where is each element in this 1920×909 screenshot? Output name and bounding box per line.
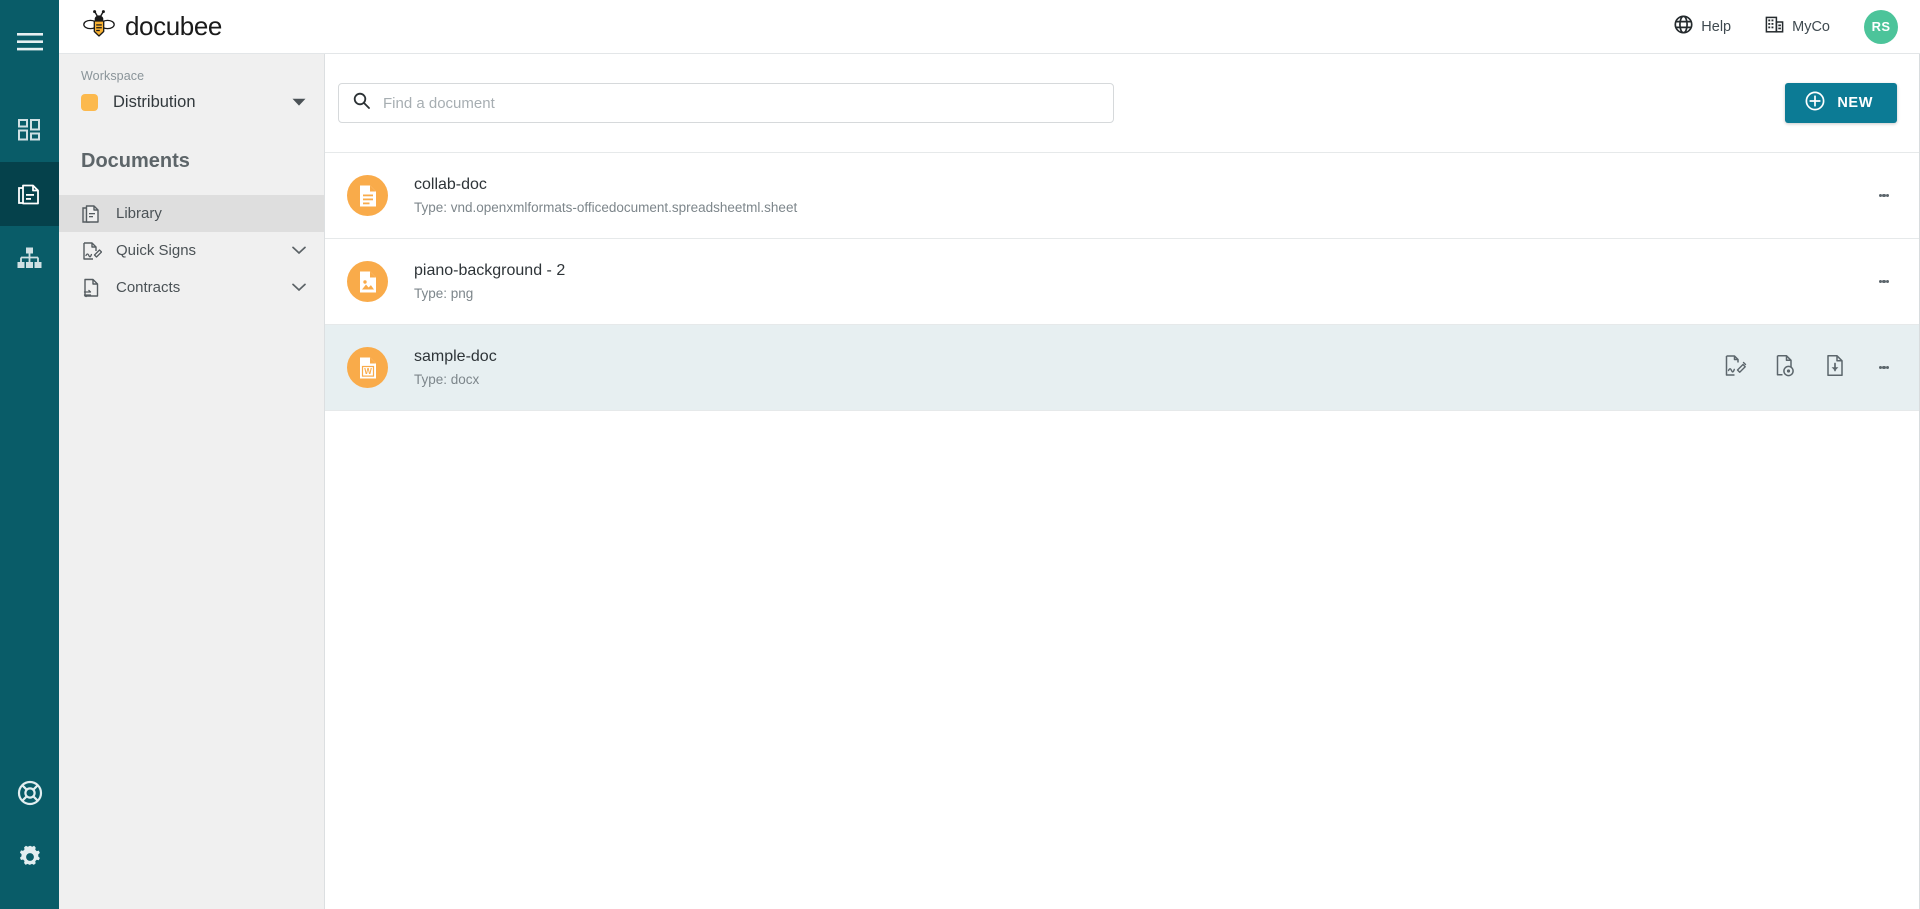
more-options-action[interactable] (1873, 184, 1895, 208)
document-meta: sample-doc Type: docx (414, 345, 497, 390)
help-label: Help (1701, 19, 1731, 35)
document-name: collab-doc (414, 173, 797, 196)
file-eye-icon (1774, 354, 1797, 382)
library-icon (81, 204, 102, 224)
file-image-icon (347, 261, 388, 302)
building-icon (1765, 15, 1784, 38)
new-button[interactable]: NEW (1785, 83, 1897, 123)
workspace-name: Distribution (113, 93, 196, 112)
sidebar-item-library[interactable]: Library (59, 195, 324, 232)
rail-item-dashboard[interactable] (0, 98, 59, 162)
dashboard-grid-icon (18, 118, 42, 142)
brand-name: docubee (125, 11, 222, 42)
main-content: NEW collab-doc Type: vnd.openxmlf (325, 54, 1920, 909)
bee-logo-icon (82, 9, 116, 44)
chevron-down-icon (292, 283, 306, 292)
file-lines-icon (347, 175, 388, 216)
document-meta: piano-background - 2 Type: png (414, 259, 565, 304)
document-list: collab-doc Type: vnd.openxmlformats-offi… (325, 152, 1919, 411)
search-icon (353, 92, 370, 114)
document-type: Type: docx (414, 370, 497, 390)
quick-sign-icon (81, 241, 102, 261)
sign-document-action[interactable] (1723, 356, 1747, 380)
row-actions (1723, 356, 1895, 380)
sidebar-nav: Library Quick Signs (59, 195, 324, 306)
rail-item-documents[interactable] (0, 162, 59, 226)
organization-label: MyCo (1792, 19, 1830, 35)
table-row[interactable]: W sample-doc Type: docx (325, 325, 1919, 411)
document-meta: collab-doc Type: vnd.openxmlformats-offi… (414, 173, 797, 218)
sidebar: Workspace Distribution Documents (59, 54, 325, 909)
hamburger-menu-icon (17, 32, 43, 52)
preview-document-action[interactable] (1773, 356, 1797, 380)
file-download-icon (1824, 354, 1847, 382)
sidebar-item-label: Library (116, 205, 162, 222)
organization-button[interactable]: MyCo (1765, 15, 1830, 38)
search-box[interactable] (338, 83, 1114, 123)
row-actions (1873, 270, 1895, 294)
workspace-color-swatch (81, 94, 98, 111)
more-options-action[interactable] (1873, 356, 1895, 380)
rail-item-settings[interactable] (0, 825, 59, 889)
file-word-icon: W (347, 347, 388, 388)
document-type: Type: vnd.openxmlformats-officedocument.… (414, 198, 797, 218)
rail-item-workflows[interactable] (0, 226, 59, 290)
sidebar-item-contracts[interactable]: Contracts (59, 269, 324, 306)
top-header: docubee Help (59, 0, 1920, 54)
download-document-action[interactable] (1823, 356, 1847, 380)
brand-logo[interactable]: docubee (82, 9, 222, 44)
document-name: sample-doc (414, 345, 497, 368)
rail-item-support[interactable] (0, 761, 59, 825)
more-options-action[interactable] (1873, 270, 1895, 294)
caret-down-icon (292, 94, 306, 112)
table-row[interactable]: collab-doc Type: vnd.openxmlformats-offi… (325, 153, 1919, 239)
left-icon-rail (0, 0, 59, 909)
org-chart-icon (17, 247, 42, 269)
search-input[interactable] (383, 95, 1083, 112)
table-row[interactable]: piano-background - 2 Type: png (325, 239, 1919, 325)
rail-item-menu-toggle[interactable] (0, 10, 59, 74)
document-name: piano-background - 2 (414, 259, 565, 282)
chevron-down-icon (292, 246, 306, 255)
sidebar-item-label: Contracts (116, 279, 180, 296)
rail-bottom-group (0, 761, 59, 909)
help-button[interactable]: Help (1674, 15, 1731, 38)
documents-toolbar: NEW (325, 54, 1919, 152)
sidebar-item-label: Quick Signs (116, 242, 196, 259)
app-root: docubee Help (0, 0, 1920, 909)
contract-icon (81, 278, 102, 298)
file-signature-icon (1724, 354, 1747, 382)
gear-icon (17, 844, 43, 870)
plus-circle-icon (1805, 91, 1825, 115)
sidebar-item-quick-signs[interactable]: Quick Signs (59, 232, 324, 269)
workspace-selector[interactable]: Distribution (81, 93, 306, 112)
new-button-label: NEW (1837, 95, 1873, 111)
svg-text:W: W (364, 367, 372, 376)
workspace-label: Workspace (81, 69, 324, 83)
avatar[interactable]: RS (1864, 10, 1898, 44)
row-actions (1873, 184, 1895, 208)
document-type: Type: png (414, 284, 565, 304)
globe-help-icon (1674, 15, 1693, 38)
header-actions: Help My (1674, 10, 1898, 44)
life-ring-icon (17, 780, 43, 806)
documents-icon (17, 181, 43, 207)
page-title: Documents (81, 150, 324, 173)
